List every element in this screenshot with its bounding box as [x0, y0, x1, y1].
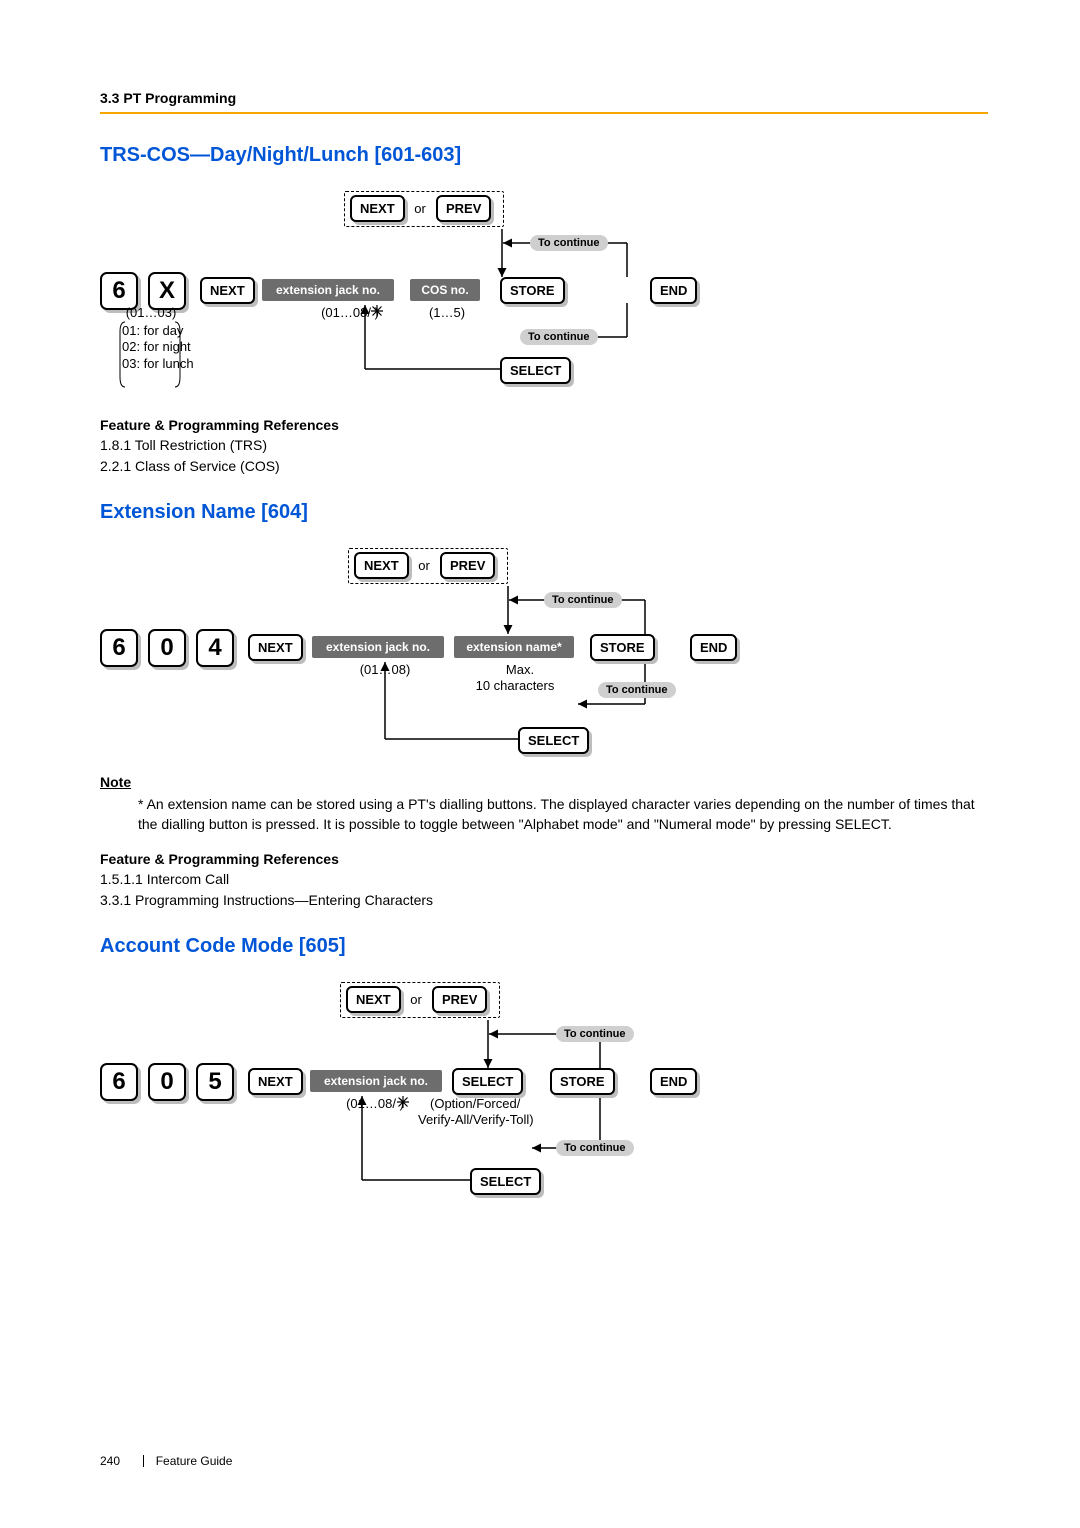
- prev-button[interactable]: PREV: [440, 552, 495, 579]
- select-button[interactable]: SELECT: [500, 357, 571, 384]
- or-label: or: [412, 558, 436, 573]
- select-button[interactable]: SELECT: [518, 727, 589, 754]
- to-continue-pill: To continue: [556, 1140, 634, 1156]
- jack-range: (01…08): [350, 662, 420, 677]
- keypad-6[interactable]: 6: [100, 629, 138, 667]
- extension-jack-field[interactable]: extension jack no.: [310, 1070, 442, 1092]
- keypad-0[interactable]: 0: [148, 1063, 186, 1101]
- diagram-extension-name: NEXT or PREV To continue 6 0 4 NEXT exte…: [100, 534, 800, 764]
- select-note: (Option/Forced/: [430, 1096, 570, 1111]
- x-legend: 01: for day 02: for night 03: for lunch: [122, 323, 222, 372]
- to-continue-pill: To continue: [544, 592, 622, 608]
- extname-note2: 10 characters: [460, 678, 570, 693]
- extension-jack-field[interactable]: extension jack no.: [262, 279, 394, 301]
- extname-note: Max.: [480, 662, 560, 677]
- jack-range: (01…08/ ): [295, 305, 405, 320]
- select-inline-button[interactable]: SELECT: [452, 1068, 523, 1095]
- next-button[interactable]: NEXT: [248, 1068, 303, 1095]
- to-continue-pill: To continue: [530, 235, 608, 251]
- section-title-account-code: Account Code Mode [605]: [100, 935, 988, 958]
- next-button[interactable]: NEXT: [354, 552, 409, 579]
- keypad-0[interactable]: 0: [148, 629, 186, 667]
- divider: [100, 112, 988, 114]
- refs-list: 1.8.1 Toll Restriction (TRS) 2.2.1 Class…: [100, 435, 988, 477]
- or-label: or: [408, 201, 432, 216]
- diagram-trs-cos: NEXT or PREV To continue 6 X NEXT extens…: [100, 177, 800, 407]
- note-heading: Note: [100, 774, 988, 790]
- end-button[interactable]: END: [650, 277, 697, 304]
- to-continue-pill: To continue: [556, 1026, 634, 1042]
- section-title-trs-cos: TRS-COS—Day/Night/Lunch [601-603]: [100, 144, 988, 167]
- note-body: * An extension name can be stored using …: [138, 794, 988, 835]
- refs-heading: Feature & Programming References: [100, 417, 988, 433]
- x-range: (01…03): [118, 305, 184, 320]
- select-note2: Verify-All/Verify-Toll): [418, 1112, 588, 1127]
- diagram-account-code: NEXT or PREV To continue 6 0 5 NEXT exte…: [100, 968, 800, 1198]
- keypad-6[interactable]: 6: [100, 1063, 138, 1101]
- or-label: or: [404, 992, 428, 1007]
- extension-name-field[interactable]: extension name*: [454, 636, 574, 658]
- cos-range: (1…5): [422, 305, 472, 320]
- store-button[interactable]: STORE: [500, 277, 565, 304]
- end-button[interactable]: END: [690, 634, 737, 661]
- prev-button[interactable]: PREV: [432, 986, 487, 1013]
- jack-range: (01…08/ ): [320, 1096, 430, 1111]
- keypad-5[interactable]: 5: [196, 1063, 234, 1101]
- extension-jack-field[interactable]: extension jack no.: [312, 636, 444, 658]
- next-button[interactable]: NEXT: [346, 986, 401, 1013]
- page-footer: 240 Feature Guide: [100, 1454, 232, 1468]
- star-icon: [370, 304, 384, 318]
- breadcrumb: 3.3 PT Programming: [100, 90, 988, 106]
- next-button[interactable]: NEXT: [350, 195, 405, 222]
- section-title-extension-name: Extension Name [604]: [100, 501, 988, 524]
- next-button[interactable]: NEXT: [248, 634, 303, 661]
- end-button[interactable]: END: [650, 1068, 697, 1095]
- refs-list: 1.5.1.1 Intercom Call 3.3.1 Programming …: [100, 869, 988, 911]
- select-button[interactable]: SELECT: [470, 1168, 541, 1195]
- store-button[interactable]: STORE: [590, 634, 655, 661]
- to-continue-pill: To continue: [520, 329, 598, 345]
- star-icon: [396, 1095, 410, 1109]
- prev-button[interactable]: PREV: [436, 195, 491, 222]
- keypad-4[interactable]: 4: [196, 629, 234, 667]
- to-continue-pill: To continue: [598, 682, 676, 698]
- cos-no-field[interactable]: COS no.: [410, 279, 480, 301]
- store-button[interactable]: STORE: [550, 1068, 615, 1095]
- next-button[interactable]: NEXT: [200, 277, 255, 304]
- refs-heading: Feature & Programming References: [100, 851, 988, 867]
